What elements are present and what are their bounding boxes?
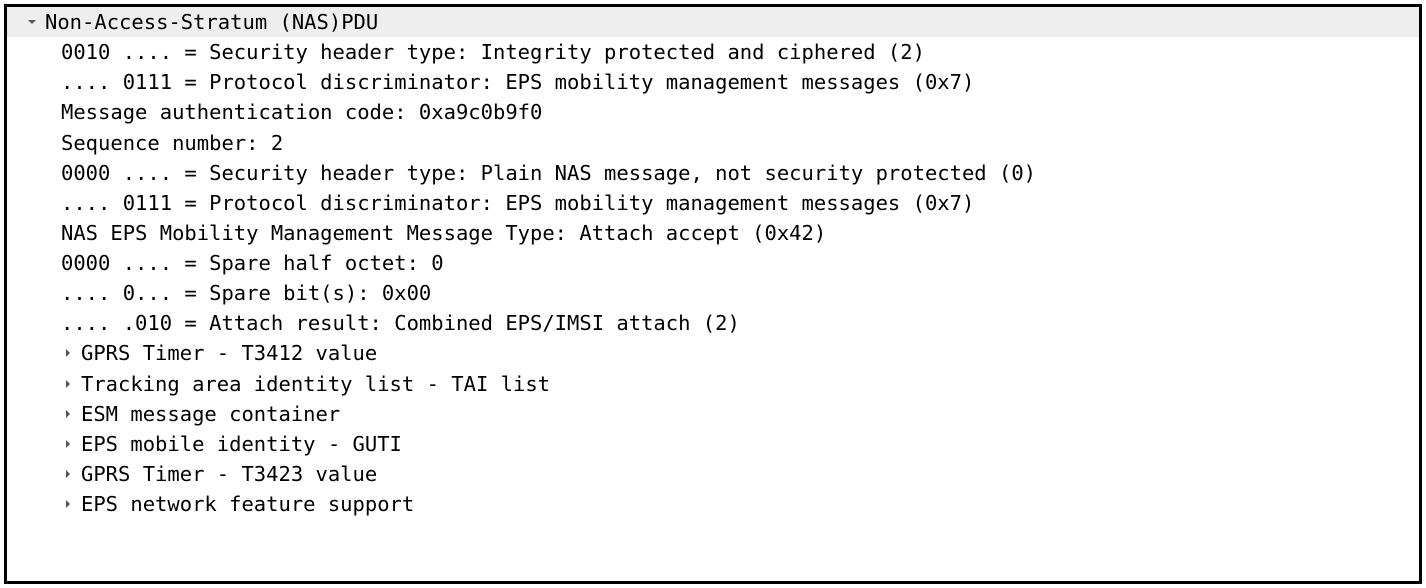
field-row[interactable]: .... 0... = Spare bit(s): 0x00 [7, 278, 1419, 308]
subtree-row[interactable]: EPS network feature support [7, 489, 1419, 519]
field-value: .... 0111 = Protocol discriminator: EPS … [61, 67, 974, 97]
field-value: .... 0111 = Protocol discriminator: EPS … [61, 188, 974, 218]
protocol-header-label: Non-Access-Stratum (NAS)PDU [45, 7, 378, 37]
subtree-label: EPS mobile identity - GUTI [81, 429, 402, 459]
field-row[interactable]: NAS EPS Mobility Management Message Type… [7, 218, 1419, 248]
collapse-icon[interactable] [23, 13, 41, 31]
field-value: 0000 .... = Security header type: Plain … [61, 158, 1036, 188]
protocol-header-row[interactable]: Non-Access-Stratum (NAS)PDU [7, 7, 1419, 37]
subtree-label: GPRS Timer - T3412 value [81, 338, 377, 368]
subtree-row[interactable]: GPRS Timer - T3423 value [7, 459, 1419, 489]
expand-icon[interactable] [59, 344, 77, 362]
field-row[interactable]: .... .010 = Attach result: Combined EPS/… [7, 308, 1419, 338]
field-row[interactable]: 0000 .... = Security header type: Plain … [7, 158, 1419, 188]
packet-details-panel: Non-Access-Stratum (NAS)PDU 0010 .... = … [4, 4, 1422, 584]
expand-icon[interactable] [59, 495, 77, 513]
field-row[interactable]: .... 0111 = Protocol discriminator: EPS … [7, 67, 1419, 97]
field-value: 0010 .... = Security header type: Integr… [61, 37, 925, 67]
field-value: .... 0... = Spare bit(s): 0x00 [61, 278, 431, 308]
expand-icon[interactable] [59, 465, 77, 483]
expand-icon[interactable] [59, 435, 77, 453]
subtree-row[interactable]: GPRS Timer - T3412 value [7, 338, 1419, 368]
subtree-row[interactable]: ESM message container [7, 399, 1419, 429]
expand-icon[interactable] [59, 405, 77, 423]
subtree-label: Tracking area identity list - TAI list [81, 369, 550, 399]
field-value: Message authentication code: 0xa9c0b9f0 [61, 97, 542, 127]
subtree-row[interactable]: EPS mobile identity - GUTI [7, 429, 1419, 459]
subtree-label: ESM message container [81, 399, 340, 429]
field-value: .... .010 = Attach result: Combined EPS/… [61, 308, 740, 338]
field-row[interactable]: Sequence number: 2 [7, 128, 1419, 158]
expand-icon[interactable] [59, 375, 77, 393]
field-row[interactable]: 0000 .... = Spare half octet: 0 [7, 248, 1419, 278]
subtree-label: GPRS Timer - T3423 value [81, 459, 377, 489]
field-value: 0000 .... = Spare half octet: 0 [61, 248, 444, 278]
subtree-row[interactable]: Tracking area identity list - TAI list [7, 369, 1419, 399]
field-value: Sequence number: 2 [61, 128, 283, 158]
subtree-label: EPS network feature support [81, 489, 414, 519]
field-row[interactable]: Message authentication code: 0xa9c0b9f0 [7, 97, 1419, 127]
field-value: NAS EPS Mobility Management Message Type… [61, 218, 826, 248]
field-row[interactable]: .... 0111 = Protocol discriminator: EPS … [7, 188, 1419, 218]
field-row[interactable]: 0010 .... = Security header type: Integr… [7, 37, 1419, 67]
